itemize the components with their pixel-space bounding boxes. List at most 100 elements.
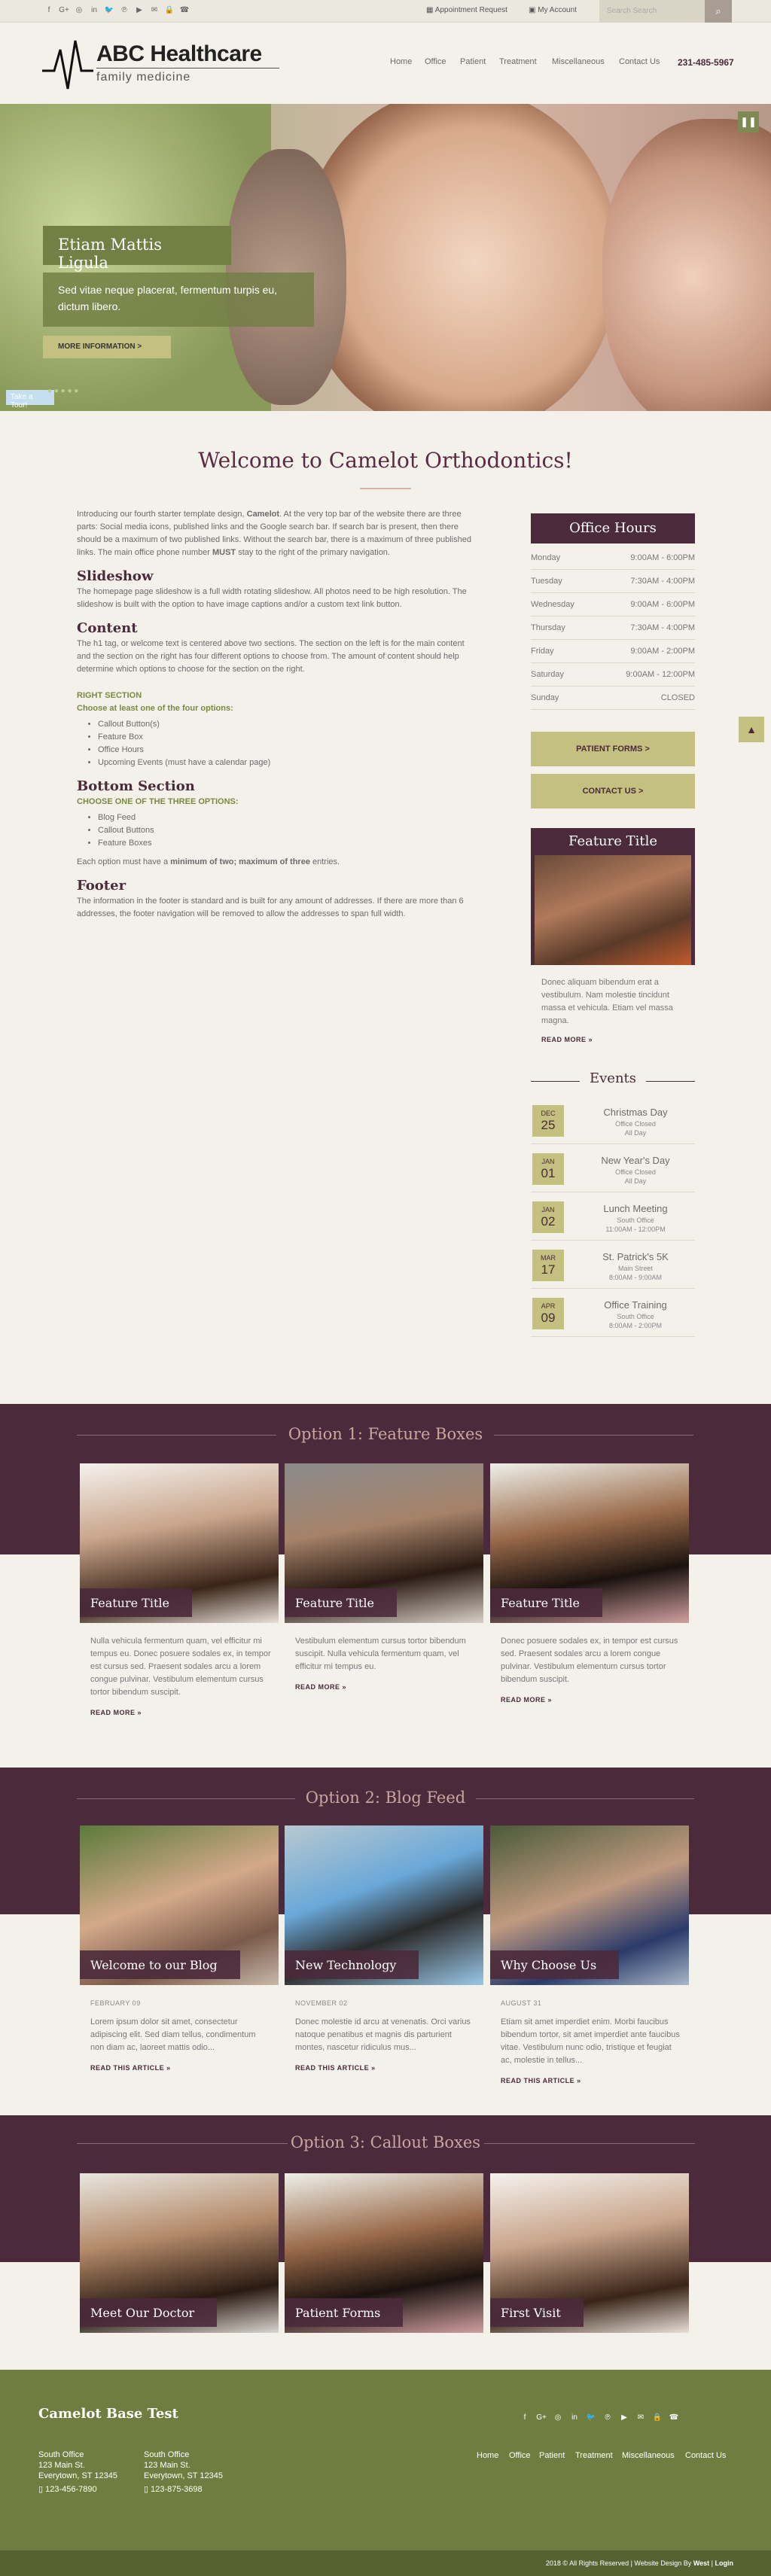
event-name[interactable]: Christmas Day — [576, 1107, 695, 1118]
opt1-read-more-link[interactable]: READ MORE » — [501, 1694, 681, 1707]
footer-linkedin-icon[interactable]: in — [569, 2413, 580, 2422]
office-hours-row: Tuesday 7:30AM - 4:00PM — [531, 570, 695, 593]
opt1-card-text: Vestibulum elementum cursus tortor biben… — [295, 1635, 476, 1694]
west-link[interactable]: West — [693, 2559, 709, 2567]
lock-icon[interactable]: 🔒 — [164, 6, 175, 14]
patient-forms-button[interactable]: PATIENT FORMS > — [531, 732, 695, 766]
opt1-read-more-link[interactable]: READ MORE » — [295, 1681, 476, 1694]
footer-phone-icon[interactable]: ☎ — [669, 2413, 679, 2422]
linkedin-icon[interactable]: in — [89, 6, 99, 14]
search-input[interactable]: Search Search — [599, 0, 705, 23]
footer-heading: Footer — [77, 878, 126, 894]
footer-phone-number[interactable]: 123-456-7890 — [45, 2485, 97, 2494]
intro-must: MUST — [212, 548, 236, 557]
footer-nav-treatment[interactable]: Treatment — [575, 2451, 613, 2460]
google-plus-icon[interactable]: G+ — [59, 6, 69, 14]
event-row[interactable]: JAN 01 New Year's Day Office Closed All Day — [531, 1144, 695, 1192]
instagram-icon[interactable]: ◎ — [74, 6, 84, 14]
search-icon[interactable]: ⌕ — [705, 0, 732, 23]
opt3-card-label[interactable]: First Visit — [490, 2298, 584, 2327]
nav-office[interactable]: Office — [425, 57, 446, 66]
footer-lock-icon[interactable]: 🔒 — [652, 2413, 663, 2422]
event-name[interactable]: Office Training — [576, 1299, 695, 1311]
footer-instagram-icon[interactable]: ◎ — [553, 2413, 563, 2422]
option3-line-left — [77, 2143, 288, 2144]
opt2-card-label[interactable]: New Technology — [285, 1950, 419, 1979]
footer-nav-miscellaneous[interactable]: Miscellaneous — [622, 2451, 675, 2460]
title-divider — [360, 488, 411, 489]
slideshow-dots[interactable]: ● ● ● ● ● — [47, 387, 78, 395]
pause-icon[interactable]: ❚❚ — [738, 111, 759, 132]
events-title: Events — [589, 1070, 637, 1086]
opt2-card-label[interactable]: Why Choose Us — [490, 1950, 620, 1979]
right-option-item: Upcoming Events (must have a calendar pa… — [98, 757, 480, 769]
facebook-icon[interactable]: f — [44, 6, 54, 14]
footer-nav-home[interactable]: Home — [477, 2451, 498, 2460]
footer-youtube-icon[interactable]: ▶ — [619, 2413, 629, 2422]
opt1-read-more-link[interactable]: READ MORE » — [90, 1707, 271, 1719]
footer-email-icon[interactable]: ✉ — [635, 2413, 646, 2422]
event-location: Office Closed — [615, 1168, 656, 1176]
more-information-button[interactable]: MORE INFORMATION > — [43, 336, 171, 358]
opt2-read-article-link[interactable]: READ THIS ARTICLE » — [501, 2075, 681, 2087]
option2-line-left — [77, 1798, 295, 1799]
opt2-read-article-link[interactable]: READ THIS ARTICLE » — [295, 2062, 476, 2075]
nav-home[interactable]: Home — [390, 57, 412, 66]
opt1-card-label[interactable]: Feature Title — [80, 1588, 192, 1617]
footer-nav-patient[interactable]: Patient — [539, 2451, 565, 2460]
appointment-request-link[interactable]: ▦ Appointment Request — [426, 6, 507, 14]
nav-patient[interactable]: Patient — [460, 57, 486, 66]
footer-pinterest-icon[interactable]: ℗ — [602, 2413, 613, 2422]
my-account-link[interactable]: ▣ My Account — [529, 6, 577, 14]
nav-contact-us[interactable]: Contact Us — [619, 57, 660, 66]
footer-facebook-icon[interactable]: f — [520, 2413, 530, 2422]
footer-address-phone[interactable]: ▯ 123-875-3698 — [144, 2484, 223, 2495]
opt2-read-article-link[interactable]: READ THIS ARTICLE » — [90, 2062, 271, 2075]
twitter-icon[interactable]: 🐦 — [104, 6, 114, 14]
intro-bold: Camelot — [246, 510, 280, 519]
header-phone[interactable]: 231-485-5967 — [678, 57, 734, 68]
event-row[interactable]: DEC 25 Christmas Day Office Closed All Day — [531, 1096, 695, 1144]
opt3-card-label[interactable]: Patient Forms — [285, 2298, 404, 2327]
nav-miscellaneous[interactable]: Miscellaneous — [552, 57, 605, 66]
opt2-card-paragraph: Donec molestie id arcu at venenatis. Orc… — [295, 2017, 471, 2052]
logo-divider — [96, 68, 279, 69]
intro-text-3: stay to the right of the primary navigat… — [236, 548, 390, 557]
event-row[interactable]: APR 09 Office Training South Office 8:00AM -… — [531, 1289, 695, 1337]
pinterest-icon[interactable]: ℗ — [119, 6, 130, 14]
opt1-card-label[interactable]: Feature Title — [490, 1588, 602, 1617]
contact-us-button[interactable]: CONTACT US > — [531, 774, 695, 808]
event-month: MAR — [541, 1254, 556, 1262]
bottom-options-list: Blog FeedCallout ButtonsFeature Boxes — [98, 811, 480, 850]
nav-treatment[interactable]: Treatment — [499, 57, 537, 66]
youtube-icon[interactable]: ▶ — [134, 6, 145, 14]
event-row[interactable]: MAR 17 St. Patrick's 5K Main Street 8:00AM -… — [531, 1241, 695, 1289]
event-row[interactable]: JAN 02 Lunch Meeting South Office 11:00AM - … — [531, 1192, 695, 1241]
office-hours-time: 9:00AM - 6:00PM — [630, 600, 695, 609]
each-text-2: entries. — [309, 857, 340, 866]
each-bold: minimum of two; maximum of three — [170, 857, 310, 866]
email-icon[interactable]: ✉ — [149, 6, 160, 14]
footer-google-plus-icon[interactable]: G+ — [536, 2413, 547, 2422]
scroll-to-top-icon[interactable]: ▲ — [739, 717, 764, 742]
opt3-card-label[interactable]: Meet Our Doctor — [80, 2298, 218, 2327]
feature-read-more-link[interactable]: READ MORE » — [541, 1034, 684, 1046]
event-name[interactable]: Lunch Meeting — [576, 1203, 695, 1214]
footer-nav-contact-us[interactable]: Contact Us — [685, 2451, 726, 2460]
intro-text-1: Introducing our fourth starter template … — [77, 510, 247, 519]
phone-icon[interactable]: ☎ — [179, 6, 190, 14]
opt2-card-label[interactable]: Welcome to our Blog — [80, 1950, 240, 1979]
footer-phone-number[interactable]: 123-875-3698 — [151, 2485, 203, 2494]
footer-address-phone[interactable]: ▯ 123-456-7890 — [38, 2484, 117, 2495]
footer-nav-office[interactable]: Office — [509, 2451, 531, 2460]
office-hours-time: 9:00AM - 6:00PM — [630, 553, 695, 562]
event-name[interactable]: St. Patrick's 5K — [576, 1251, 695, 1262]
event-name[interactable]: New Year's Day — [576, 1155, 695, 1166]
office-hours-time: 9:00AM - 2:00PM — [630, 647, 695, 656]
logo-title[interactable]: ABC Healthcare — [96, 41, 262, 67]
login-link[interactable]: Login — [715, 2559, 734, 2567]
opt1-card-label[interactable]: Feature Title — [285, 1588, 397, 1617]
footer-twitter-icon[interactable]: 🐦 — [586, 2413, 596, 2422]
opt2-card-date: AUGUST 31 — [501, 1999, 542, 2007]
office-hours-day: Thursday — [531, 623, 565, 632]
